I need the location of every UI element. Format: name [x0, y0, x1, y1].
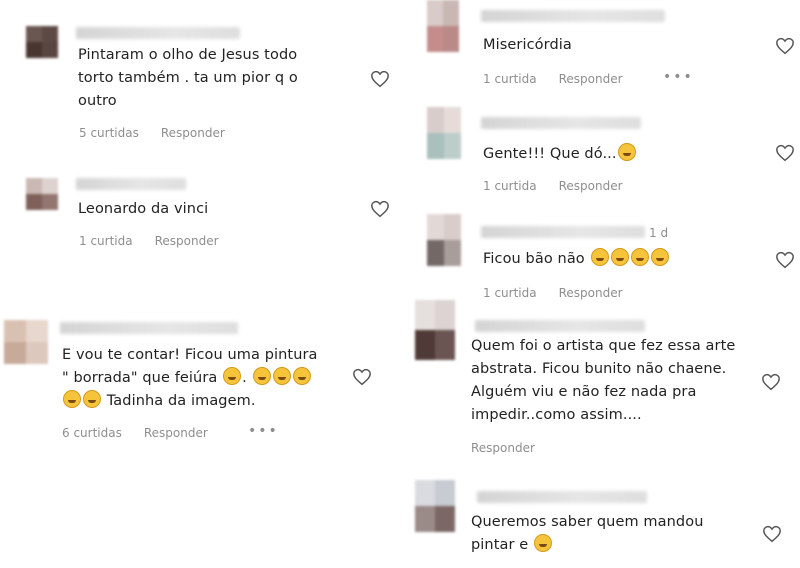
heart-icon[interactable]: [762, 525, 782, 543]
username[interactable]: [60, 322, 238, 334]
comment-meta: 1 curtida Responder: [483, 72, 645, 86]
username[interactable]: [475, 320, 645, 332]
laughing-emoji-icon: [272, 367, 291, 385]
comment-meta: 5 curtidas Responder: [79, 126, 247, 140]
comment-item: Pintaram o olho de Jesus todo torto tamb…: [0, 0, 405, 160]
comment-item: Queremos saber quem mandou pintar e: [405, 475, 800, 568]
heart-icon[interactable]: [370, 200, 390, 218]
comment-meta: 1 curtida Responder: [483, 286, 645, 300]
reply-button[interactable]: Responder: [161, 126, 225, 140]
astonished-emoji-icon: [630, 248, 649, 266]
astonished-emoji-icon: [650, 248, 669, 266]
username[interactable]: [76, 178, 186, 190]
comment-text: Quem foi o artista que fez essa arte abs…: [471, 338, 736, 423]
avatar[interactable]: [427, 0, 459, 52]
avatar[interactable]: [26, 26, 58, 58]
reply-button[interactable]: Responder: [155, 234, 219, 248]
comment-item: Quem foi o artista que fez essa arte abs…: [405, 300, 800, 470]
comment-item: Misericórdia 1 curtida Responder •••: [405, 0, 800, 100]
comment-text: Leonardo da vinci: [78, 201, 209, 217]
crying-emoji-icon: [617, 143, 636, 161]
comment-meta: 1 curtida Responder: [483, 179, 645, 193]
laughing-emoji-icon: [252, 367, 271, 385]
comment-text: E vou te contar! Ficou uma pintura " bor…: [62, 347, 318, 409]
avatar[interactable]: [427, 107, 461, 159]
laughing-emoji-icon: [292, 367, 311, 385]
comment-item: Leonardo da vinci 1 curtida Responder: [0, 160, 405, 265]
comment-text: Queremos saber quem mandou pintar e: [471, 514, 704, 553]
more-options-icon[interactable]: •••: [248, 423, 279, 439]
grimacing-emoji-icon: [590, 248, 609, 266]
comment-item: 1 d Ficou bão não 1 curtida Responder: [405, 210, 800, 310]
heart-icon[interactable]: [761, 373, 781, 391]
likes-count[interactable]: 5 curtidas: [79, 126, 139, 140]
reply-button[interactable]: Responder: [144, 426, 208, 440]
heart-icon[interactable]: [370, 70, 390, 88]
username[interactable]: [76, 27, 240, 39]
avatar[interactable]: [4, 320, 48, 364]
laughing-emoji-icon: [83, 390, 101, 408]
left-comments-panel: Pintaram o olho de Jesus todo torto tamb…: [0, 0, 405, 568]
username[interactable]: [481, 226, 645, 238]
comment-text: Gente!!! Que dó...: [483, 143, 763, 166]
heart-icon[interactable]: [775, 251, 795, 269]
avatar[interactable]: [415, 300, 455, 360]
likes-count[interactable]: 6 curtidas: [62, 426, 122, 440]
likes-count[interactable]: 1 curtida: [79, 234, 133, 248]
tongue-emoji-icon: [534, 534, 553, 552]
comment-meta: Responder: [471, 441, 557, 455]
likes-count[interactable]: 1 curtida: [483, 286, 537, 300]
astonished-emoji-icon: [610, 248, 629, 266]
laughing-emoji-icon: [63, 390, 81, 408]
laughing-emoji-icon: [223, 367, 242, 385]
comment-meta: 6 curtidas Responder: [62, 426, 230, 440]
avatar[interactable]: [427, 214, 461, 266]
heart-icon[interactable]: [775, 144, 795, 162]
username[interactable]: [477, 491, 647, 503]
comment-item: Gente!!! Que dó... 1 curtida Responder: [405, 105, 800, 205]
username[interactable]: [481, 117, 641, 129]
heart-icon[interactable]: [775, 37, 795, 55]
reply-button[interactable]: Responder: [559, 286, 623, 300]
reply-button[interactable]: Responder: [471, 441, 535, 455]
right-comments-panel: Misericórdia 1 curtida Responder ••• Gent…: [405, 0, 800, 568]
avatar[interactable]: [415, 480, 455, 532]
username[interactable]: [481, 10, 665, 22]
timestamp: 1 d: [649, 226, 669, 240]
comment-item: E vou te contar! Ficou uma pintura " bor…: [0, 300, 405, 460]
comment-meta: 1 curtida Responder: [79, 234, 241, 248]
heart-icon[interactable]: [352, 368, 372, 386]
comment-text: Misericórdia: [483, 37, 572, 53]
likes-count[interactable]: 1 curtida: [483, 179, 537, 193]
comment-text: Pintaram o olho de Jesus todo torto tamb…: [78, 47, 298, 109]
reply-button[interactable]: Responder: [559, 179, 623, 193]
comment-text: Ficou bão não: [483, 248, 763, 271]
reply-button[interactable]: Responder: [559, 72, 623, 86]
likes-count[interactable]: 1 curtida: [483, 72, 537, 86]
more-options-icon[interactable]: •••: [663, 69, 694, 85]
avatar[interactable]: [26, 178, 58, 210]
